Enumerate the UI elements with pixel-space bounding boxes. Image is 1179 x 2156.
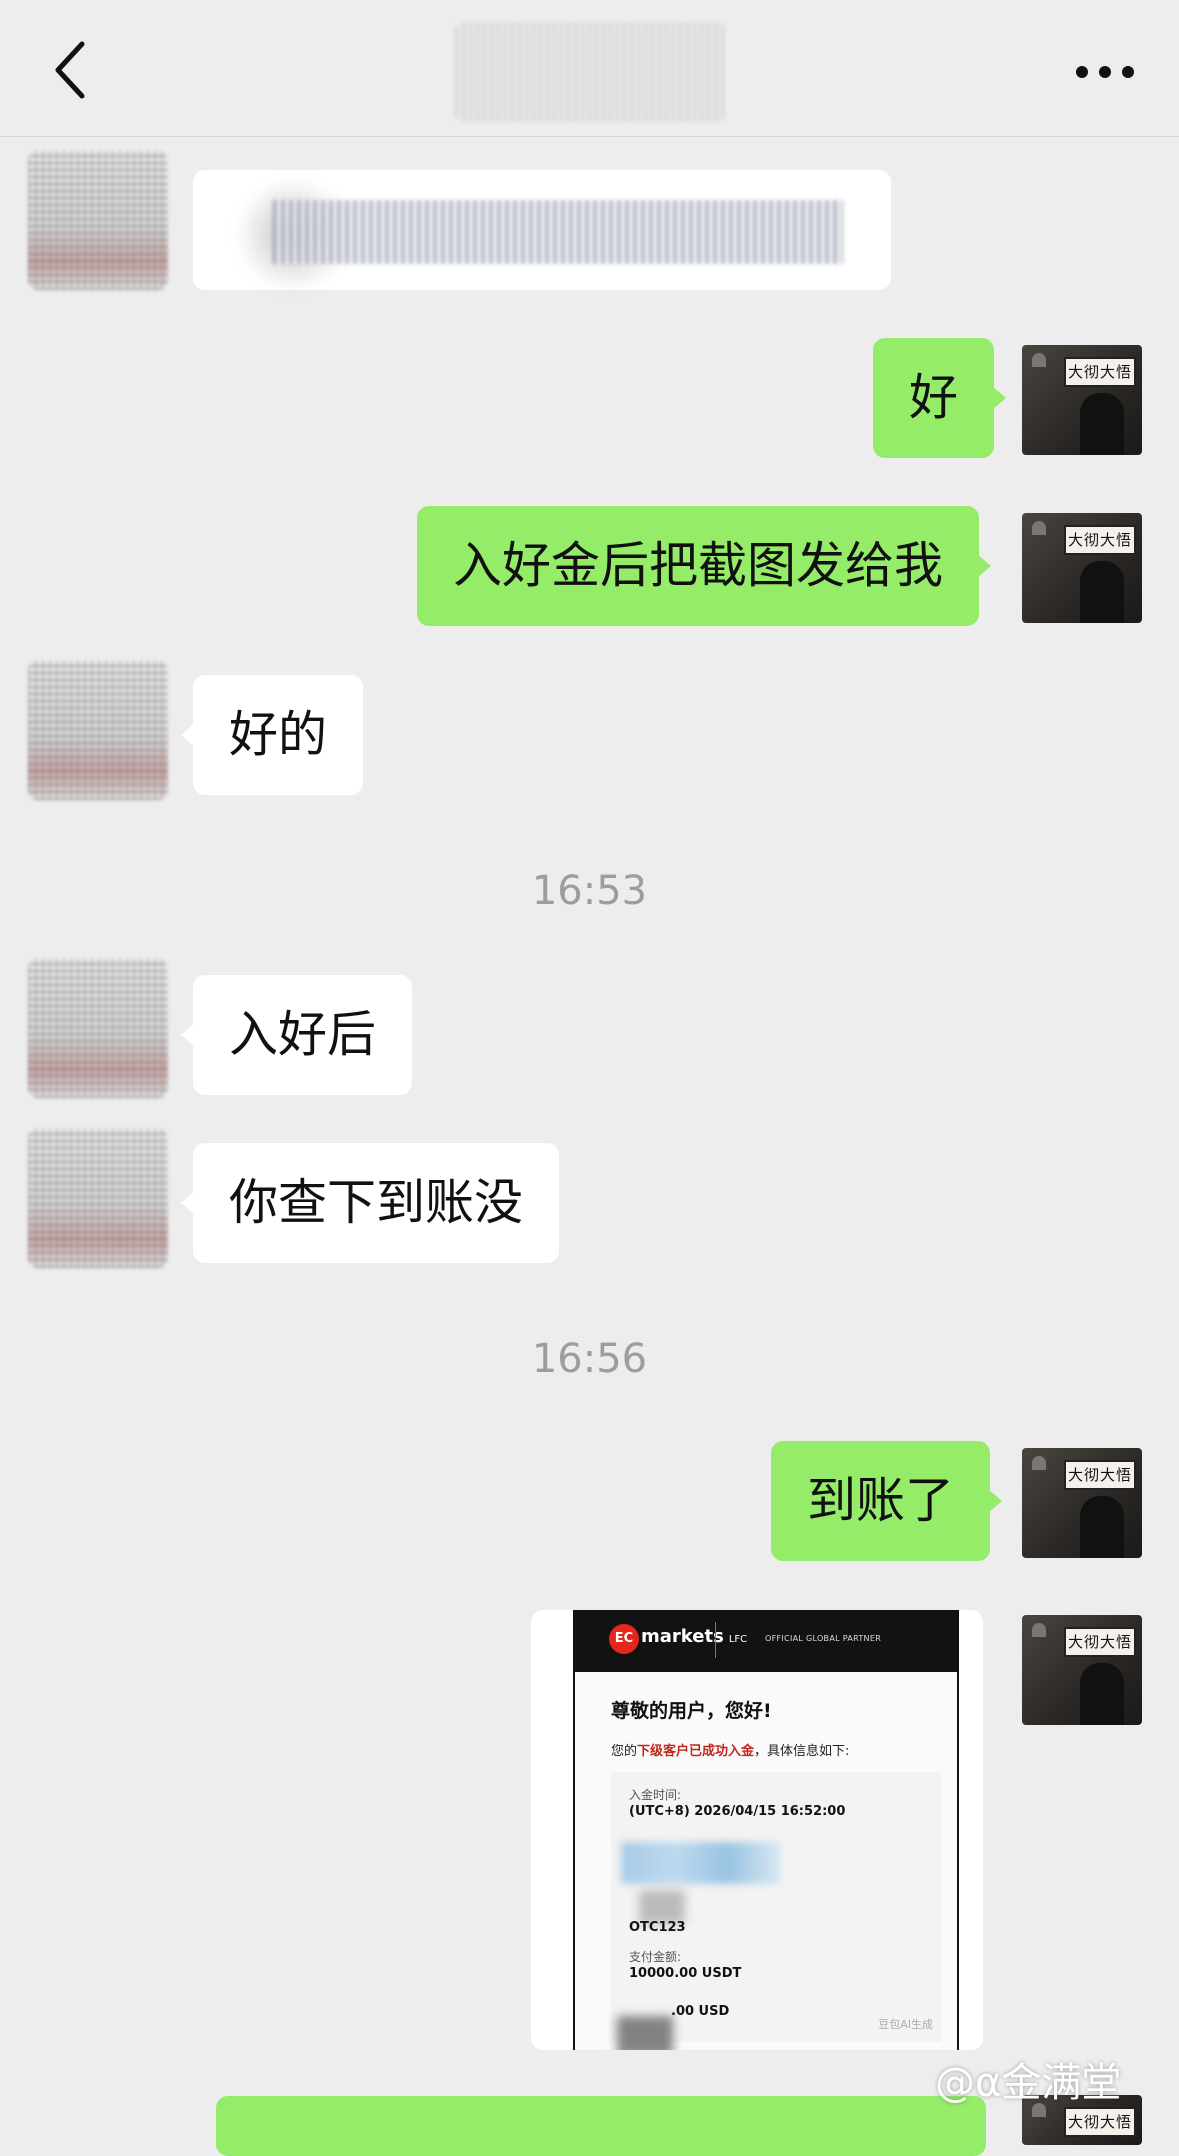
lfc-crest: LFC bbox=[728, 1634, 748, 1645]
redacted-received bbox=[617, 2016, 673, 2050]
deposit-screenshot: EC markets LFC OFFICIAL GLOBAL PARTNER 尊… bbox=[573, 1610, 959, 2050]
partner-label: OFFICIAL GLOBAL PARTNER bbox=[765, 1634, 882, 1643]
my-avatar[interactable]: 大彻大悟 bbox=[1022, 1448, 1142, 1558]
message-bubble-out[interactable]: 到账了 bbox=[771, 1441, 1003, 1561]
notice-prefix: 您的 bbox=[611, 1744, 638, 1759]
contact-avatar[interactable] bbox=[28, 660, 168, 800]
brand-name: markets bbox=[641, 1626, 724, 1647]
my-avatar[interactable]: 大彻大悟 bbox=[1022, 345, 1142, 455]
my-avatar[interactable]: 大彻大悟 bbox=[1022, 513, 1142, 623]
message-bubble-out[interactable]: 好 bbox=[873, 338, 1007, 458]
message-bubble-out[interactable]: 入好金后把截图发给我 bbox=[417, 506, 992, 626]
message-bubble-in[interactable]: 入好后 bbox=[180, 975, 413, 1095]
watermark: @α金满堂 bbox=[935, 2060, 1122, 2106]
pay-amount-value: 10000.00 USDT bbox=[629, 1966, 742, 1981]
greeting: 尊敬的用户，您好! bbox=[611, 1700, 772, 1722]
top-bar bbox=[0, 0, 1179, 137]
message-bubble-in[interactable]: 你查下到账没 bbox=[180, 1143, 560, 1263]
contact-avatar[interactable] bbox=[28, 1128, 168, 1268]
notice-suffix: ，具体信息如下: bbox=[754, 1744, 850, 1759]
redacted-label bbox=[639, 1890, 685, 1924]
timestamp: 16:53 bbox=[531, 868, 648, 914]
ec-logo: EC bbox=[609, 1624, 639, 1654]
pay-amount-label: 支付金额: bbox=[629, 1950, 682, 1964]
message-bubble-in[interactable]: 好的 bbox=[180, 675, 364, 795]
chevron-left-icon[interactable] bbox=[48, 38, 108, 102]
chat-title-redacted bbox=[455, 22, 725, 122]
redacted-text bbox=[273, 200, 843, 264]
notice-highlight: 下级客户已成功入金 bbox=[637, 1744, 755, 1759]
notice-line: 您的下级客户已成功入金，具体信息如下: bbox=[611, 1740, 849, 1759]
image-message[interactable]: EC markets LFC OFFICIAL GLOBAL PARTNER 尊… bbox=[531, 1610, 983, 2050]
timestamp: 16:56 bbox=[531, 1336, 648, 1382]
header-divider bbox=[715, 1622, 716, 1658]
received-value: .00 USD bbox=[671, 2004, 730, 2019]
ai-generated-mark: 豆包AI生成 bbox=[878, 2018, 933, 2031]
message-bubble-out-partial[interactable] bbox=[216, 2096, 986, 2156]
deposit-time-value: (UTC+8) 2026/04/15 16:52:00 bbox=[629, 1804, 846, 1819]
contact-avatar[interactable] bbox=[28, 958, 168, 1098]
deposit-time-label: 入金时间: bbox=[629, 1788, 682, 1802]
brand-header: EC markets LFC OFFICIAL GLOBAL PARTNER bbox=[575, 1610, 957, 1672]
redacted-message-bubble[interactable] bbox=[193, 170, 891, 290]
method-value: OTC123 bbox=[629, 1920, 686, 1935]
deposit-details: 入金时间: (UTC+8) 2026/04/15 16:52:00 OTC123… bbox=[611, 1772, 941, 2050]
my-avatar[interactable]: 大彻大悟 bbox=[1022, 1615, 1142, 1725]
contact-avatar[interactable] bbox=[28, 150, 168, 290]
more-dots-icon[interactable] bbox=[1070, 52, 1140, 92]
redacted-account bbox=[621, 1842, 781, 1884]
